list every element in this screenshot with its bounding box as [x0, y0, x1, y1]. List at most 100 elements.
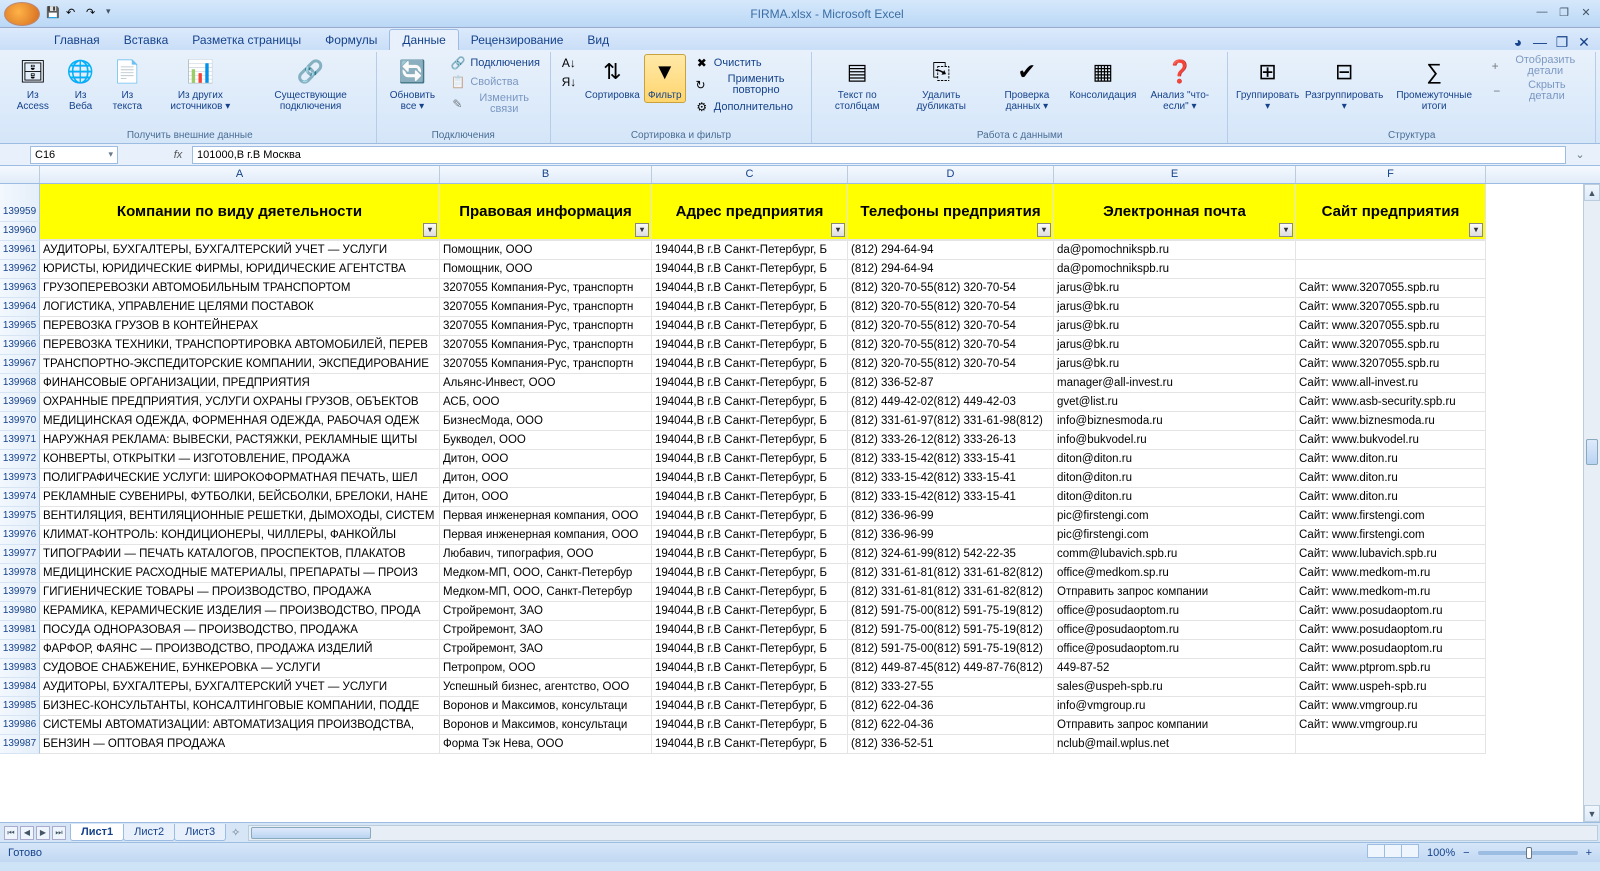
cell[interactable]: Сайт: www.3207055.spb.ru — [1296, 298, 1486, 317]
sort-button[interactable]: ⇅Сортировка — [585, 54, 640, 103]
undo-icon[interactable]: ↶ — [66, 6, 82, 22]
cell[interactable]: (812) 333-15-42(812) 333-15-41 — [848, 450, 1054, 469]
cell[interactable]: 449-87-52 — [1054, 659, 1296, 678]
cell[interactable]: sales@uspeh-spb.ru — [1054, 678, 1296, 697]
col-header-c[interactable]: C — [652, 166, 848, 183]
cell[interactable]: jarus@bk.ru — [1054, 336, 1296, 355]
cell[interactable]: 194044,В г.В Санкт-Петербург, Б — [652, 374, 848, 393]
header-cell[interactable]: Адрес предприятия▾ — [652, 184, 848, 240]
cell[interactable]: (812) 331-61-81(812) 331-61-82(812) — [848, 564, 1054, 583]
cell[interactable]: diton@diton.ru — [1054, 450, 1296, 469]
help-icon[interactable]: ◕ — [1510, 34, 1526, 50]
cell[interactable]: da@pomochnikspb.ru — [1054, 260, 1296, 279]
cell[interactable]: Сайт: www.bukvodel.ru — [1296, 431, 1486, 450]
cell[interactable]: Петропром, ООО — [440, 659, 652, 678]
cell[interactable]: 194044,В г.В Санкт-Петербург, Б — [652, 431, 848, 450]
cell[interactable]: АУДИТОРЫ, БУХГАЛТЕРЫ, БУХГАЛТЕРСКИЙ УЧЕТ… — [40, 241, 440, 260]
row-header[interactable]: 139983 — [0, 659, 40, 678]
minimize-button[interactable]: — — [1532, 6, 1552, 22]
cell[interactable]: (812) 333-26-12(812) 333-26-13 — [848, 431, 1054, 450]
filter-dropdown-icon[interactable]: ▾ — [423, 223, 437, 237]
cell[interactable]: Помощник, ООО — [440, 260, 652, 279]
row-header[interactable]: 139975 — [0, 507, 40, 526]
row-header[interactable]: 139965 — [0, 317, 40, 336]
pagelayout-view-button[interactable] — [1384, 844, 1402, 858]
row-header[interactable]: 139969 — [0, 393, 40, 412]
cell[interactable]: ПЕРЕВОЗКА ТЕХНИКИ, ТРАНСПОРТИРОВКА АВТОМ… — [40, 336, 440, 355]
horizontal-scrollbar[interactable] — [248, 825, 1598, 841]
cell[interactable]: МЕДИЦИНСКИЕ РАСХОДНЫЕ МАТЕРИАЛЫ, ПРЕПАРА… — [40, 564, 440, 583]
scroll-down-icon[interactable]: ▼ — [1584, 805, 1600, 822]
reapply-button[interactable]: ↻Применить повторно — [690, 73, 805, 97]
cell[interactable]: Сайт: www.3207055.spb.ru — [1296, 355, 1486, 374]
row-header[interactable]: 139971 — [0, 431, 40, 450]
zoom-in-button[interactable]: + — [1586, 847, 1592, 859]
cell[interactable]: Форма Тэк Нева, ООО — [440, 735, 652, 754]
cell[interactable]: Сайт: www.firstengi.com — [1296, 526, 1486, 545]
cell[interactable]: ПЕРЕВОЗКА ГРУЗОВ В КОНТЕЙНЕРАХ — [40, 317, 440, 336]
cell[interactable]: (812) 320-70-55(812) 320-70-54 — [848, 279, 1054, 298]
cell[interactable]: 194044,В г.В Санкт-Петербург, Б — [652, 488, 848, 507]
zoom-percent[interactable]: 100% — [1427, 847, 1455, 859]
sheet-tab-1[interactable]: Лист1 — [70, 824, 124, 841]
cell[interactable]: jarus@bk.ru — [1054, 298, 1296, 317]
cell[interactable]: КЛИМАТ-КОНТРОЛЬ: КОНДИЦИОНЕРЫ, ЧИЛЛЕРЫ, … — [40, 526, 440, 545]
cell[interactable]: jarus@bk.ru — [1054, 317, 1296, 336]
refresh-all-button[interactable]: 🔄Обновить все ▾ — [383, 54, 443, 114]
cell[interactable]: 194044,В г.В Санкт-Петербург, Б — [652, 336, 848, 355]
row-header[interactable]: 139981 — [0, 621, 40, 640]
edit-links-button[interactable]: ✎Изменить связи — [446, 92, 544, 116]
cell[interactable]: 194044,В г.В Санкт-Петербург, Б — [652, 602, 848, 621]
restore-button[interactable]: ❐ — [1554, 6, 1574, 22]
row-header[interactable]: 139964 — [0, 298, 40, 317]
consolidate-button[interactable]: ▦Консолидация — [1072, 54, 1135, 103]
cell[interactable]: (812) 294-64-94 — [848, 241, 1054, 260]
filter-dropdown-icon[interactable]: ▾ — [635, 223, 649, 237]
row-header[interactable]: 139978 — [0, 564, 40, 583]
scroll-thumb[interactable] — [251, 827, 371, 839]
cell[interactable]: 194044,В г.В Санкт-Петербург, Б — [652, 241, 848, 260]
col-header-a[interactable]: A — [40, 166, 440, 183]
row-header[interactable]: 139985 — [0, 697, 40, 716]
cell[interactable]: diton@diton.ru — [1054, 469, 1296, 488]
row-header[interactable]: 139986 — [0, 716, 40, 735]
sheet-nav-prev-icon[interactable]: ◀ — [20, 826, 34, 840]
cell[interactable]: (812) 336-52-87 — [848, 374, 1054, 393]
cell[interactable]: jarus@bk.ru — [1054, 279, 1296, 298]
from-web-button[interactable]: 🌐Из Веба — [60, 54, 102, 114]
from-access-button[interactable]: 🗄Из Access — [10, 54, 56, 114]
cell[interactable]: АСБ, ООО — [440, 393, 652, 412]
cell[interactable]: Стройремонт, ЗАО — [440, 602, 652, 621]
cell[interactable]: Успешный бизнес, агентство, ООО — [440, 678, 652, 697]
row-header[interactable]: 139970 — [0, 412, 40, 431]
save-icon[interactable]: 💾 — [46, 6, 62, 22]
cell[interactable]: КЕРАМИКА, КЕРАМИЧЕСКИЕ ИЗДЕЛИЯ — ПРОИЗВО… — [40, 602, 440, 621]
cell[interactable]: (812) 591-75-00(812) 591-75-19(812) — [848, 640, 1054, 659]
hide-detail-button[interactable]: −Скрыть детали — [1485, 79, 1589, 103]
row-header[interactable]: 139977 — [0, 545, 40, 564]
row-header[interactable]: 139959 — [0, 203, 40, 222]
cell[interactable]: ТИПОГРАФИИ — ПЕЧАТЬ КАТАЛОГОВ, ПРОСПЕКТО… — [40, 545, 440, 564]
cell[interactable]: Альянс-Инвест, ООО — [440, 374, 652, 393]
sheet-nav-first-icon[interactable]: ⏮ — [4, 826, 18, 840]
cell[interactable]: Сайт: www.diton.ru — [1296, 469, 1486, 488]
cell[interactable]: (812) 449-42-02(812) 449-42-03 — [848, 393, 1054, 412]
cell[interactable]: diton@diton.ru — [1054, 488, 1296, 507]
cell[interactable]: 194044,В г.В Санкт-Петербург, Б — [652, 469, 848, 488]
cell[interactable]: 3207055 Компания-Рус, транспортн — [440, 336, 652, 355]
cell[interactable]: Сайт: www.firstengi.com — [1296, 507, 1486, 526]
cell[interactable]: 3207055 Компания-Рус, транспортн — [440, 298, 652, 317]
cell[interactable]: Сайт: www.posudaoptom.ru — [1296, 602, 1486, 621]
row-header[interactable]: 139987 — [0, 735, 40, 754]
cell[interactable]: jarus@bk.ru — [1054, 355, 1296, 374]
cell[interactable]: Первая инженерная компания, ООО — [440, 507, 652, 526]
filter-button[interactable]: ▼Фильтр — [644, 54, 686, 103]
row-header[interactable]: 139972 — [0, 450, 40, 469]
header-cell[interactable]: Компании по виду дяетельности▾ — [40, 184, 440, 240]
cell[interactable]: 194044,В г.В Санкт-Петербург, Б — [652, 298, 848, 317]
cell[interactable]: ПОСУДА ОДНОРАЗОВАЯ — ПРОИЗВОДСТВО, ПРОДА… — [40, 621, 440, 640]
cell[interactable]: (812) 331-61-81(812) 331-61-82(812) — [848, 583, 1054, 602]
filter-dropdown-icon[interactable]: ▾ — [1469, 223, 1483, 237]
cell[interactable]: 194044,В г.В Санкт-Петербург, Б — [652, 583, 848, 602]
cell[interactable]: ТРАНСПОРТНО-ЭКСПЕДИТОРСКИЕ КОМПАНИИ, ЭКС… — [40, 355, 440, 374]
